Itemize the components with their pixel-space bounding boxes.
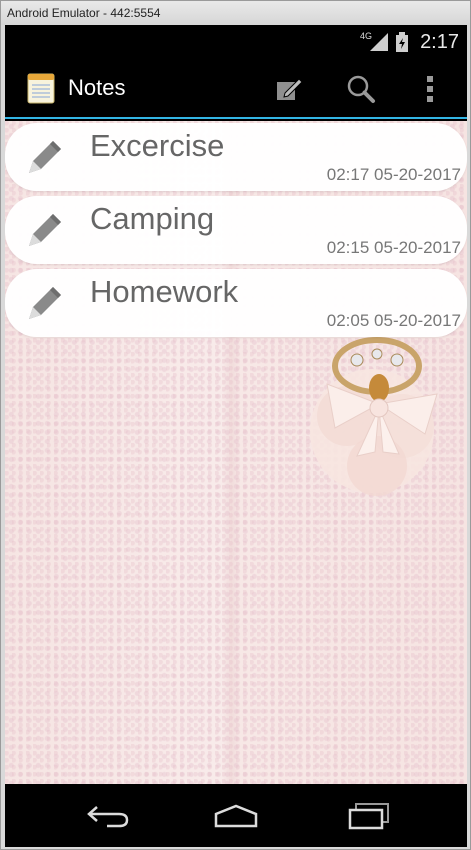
notes-app-icon[interactable] <box>27 72 55 104</box>
search-button[interactable] <box>343 71 379 107</box>
signal-icon <box>370 33 389 51</box>
note-timestamp: 02:15 05-20-2017 <box>326 238 461 257</box>
note-title: Excercise <box>90 128 225 163</box>
note-timestamp: 02:17 05-20-2017 <box>326 165 461 184</box>
status-bar: 4G 2:17 <box>5 25 467 59</box>
status-clock: 2:17 <box>420 30 459 53</box>
recent-apps-button[interactable] <box>341 796 397 836</box>
note-timestamp: 02:05 05-20-2017 <box>326 311 461 330</box>
pencil-icon <box>29 287 61 319</box>
back-icon <box>87 806 129 828</box>
pencil-icon <box>29 214 61 246</box>
notes-content-area[interactable]: Excercise 02:17 05-20-2017 Camping 02:15… <box>5 121 467 784</box>
note-title: Camping <box>90 201 215 236</box>
home-button[interactable] <box>208 796 264 836</box>
emulator-title-bar: Android Emulator - 442:5554 <box>1 1 470 25</box>
new-note-button[interactable] <box>271 71 307 107</box>
device-screen: 4G 2:17 Notes Excercise 02:17 05-20-2017… <box>5 25 467 847</box>
home-icon <box>214 804 258 828</box>
note-title: Homework <box>90 274 239 309</box>
status-icons: 4G 2:17 <box>360 25 459 59</box>
action-bar: Notes <box>5 59 467 119</box>
battery-icon <box>396 32 409 52</box>
overflow-menu-button[interactable] <box>412 71 448 107</box>
back-button[interactable] <box>80 796 136 836</box>
note-item[interactable]: Camping 02:15 05-20-2017 <box>5 196 467 264</box>
note-item[interactable]: Excercise 02:17 05-20-2017 <box>5 123 467 191</box>
network-type-label: 4G <box>360 31 373 41</box>
search-icon <box>347 75 375 103</box>
note-item[interactable]: Homework 02:05 05-20-2017 <box>5 269 467 337</box>
emulator-window: Android Emulator - 442:5554 4G 2:17 Note… <box>0 0 471 850</box>
app-title: Notes <box>68 75 126 100</box>
brooch-decoration-image <box>310 337 438 496</box>
notes-list: Excercise 02:17 05-20-2017 Camping 02:15… <box>5 123 467 342</box>
recent-apps-icon <box>348 803 389 830</box>
pencil-icon <box>29 141 61 173</box>
new-note-icon <box>277 78 303 100</box>
overflow-menu-icon <box>427 76 433 102</box>
navigation-bar <box>5 784 467 847</box>
